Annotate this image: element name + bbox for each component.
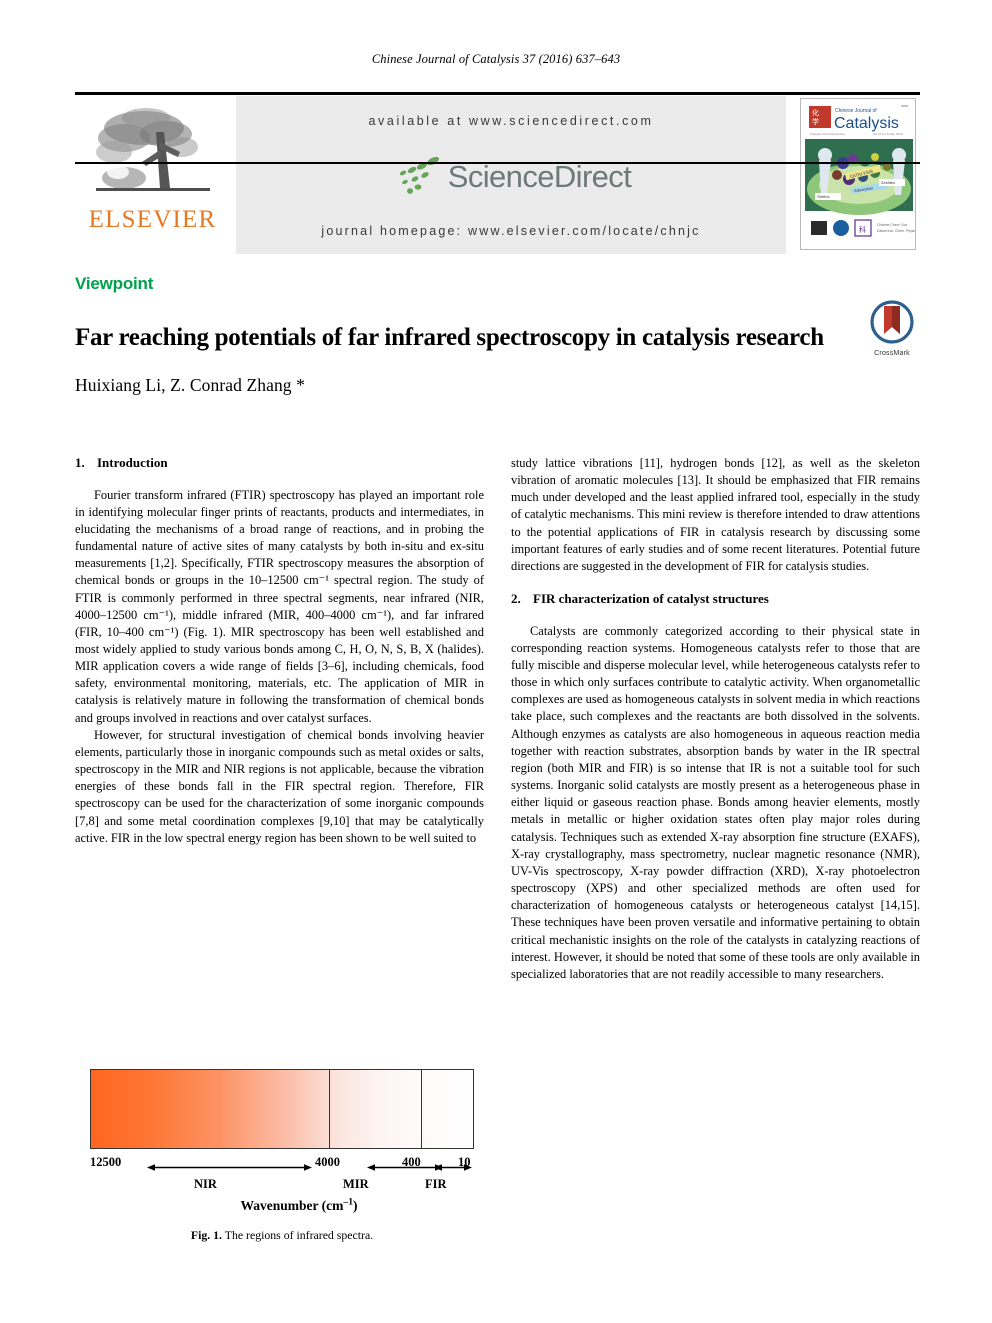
axis-title-close-paren: ) (353, 1198, 358, 1213)
svg-text:Chinese Chemical Society: Chinese Chemical Society (810, 132, 846, 136)
elsevier-wordmark: ELSEVIER (88, 206, 217, 233)
svg-text:Olefins: Olefins (817, 194, 829, 199)
axis-tick-10: 10 (458, 1155, 471, 1169)
elsevier-tree-icon (95, 108, 210, 191)
paragraph: Catalysts are commonly categorized accor… (511, 623, 920, 981)
axis-title-exponent: –1 (343, 1196, 354, 1208)
paragraph: However, for structural investigation of… (75, 727, 484, 845)
section-title-2: FIR characterization of catalyst structu… (533, 591, 769, 607)
figure-caption: Fig. 1. The regions of infrared spectra. (90, 1228, 474, 1243)
masthead-top-rule (75, 92, 920, 95)
axis-tick-4000: 4000 (315, 1155, 340, 1169)
section-number-2: 2. (511, 591, 521, 607)
divider-nir-mir (329, 1070, 330, 1148)
axis-title-text: Wavenumber (cm (240, 1198, 344, 1213)
svg-text:Vol 37 No 5 May 2016: Vol 37 No 5 May 2016 (873, 132, 903, 136)
journal-cover-image: 化 学 Chinese Journal of Catalysis ISSN Ch… (800, 98, 916, 250)
svg-text:Zeolites: Zeolites (881, 180, 895, 185)
section-heading-introduction: 1. Introduction (75, 455, 484, 471)
svg-text:Dalian Inst. Chem. Physics: Dalian Inst. Chem. Physics (877, 229, 916, 233)
elsevier-logo[interactable]: ELSEVIER (75, 96, 230, 254)
sciencedirect-band: available at www.sciencedirect.com Scien… (236, 96, 786, 254)
arrow-nir (147, 1164, 312, 1171)
page-title: Far reaching potentials of far infrared … (75, 323, 824, 351)
svg-text:科: 科 (859, 225, 866, 234)
figure-caption-text: The regions of infrared spectra. (224, 1228, 374, 1242)
spectral-region-labels: NIR MIR FIR (90, 1177, 474, 1196)
svg-text:Catalysis: Catalysis (834, 115, 899, 132)
section-heading-fir-characterization: 2. FIR characterization of catalyst struc… (511, 591, 920, 607)
available-at-text: available at www.sciencedirect.com (368, 114, 654, 128)
running-head: Chinese Journal of Catalysis 37 (2016) 6… (371, 52, 621, 66)
crossmark-badge[interactable]: CrossMark (862, 300, 922, 357)
divider-mir-fir (421, 1070, 422, 1148)
axis-tick-12500: 12500 (90, 1155, 122, 1169)
svg-text:Chinese Chem. Soc.: Chinese Chem. Soc. (877, 223, 908, 227)
author-list: Huixiang Li, Z. Conrad Zhang * (75, 375, 305, 395)
paragraph: study lattice vibrations [11], hydrogen … (511, 456, 920, 573)
body-column-right: study lattice vibrations [11], hydrogen … (511, 455, 920, 983)
crossmark-icon (870, 300, 914, 344)
region-label-nir: NIR (194, 1177, 217, 1191)
body-column-left: 1. Introduction Fourier transform infrare… (75, 455, 484, 847)
journal-cover[interactable]: 化 学 Chinese Journal of Catalysis ISSN Ch… (792, 96, 920, 254)
journal-homepage-text: journal homepage: www.elsevier.com/locat… (321, 224, 701, 238)
paragraph: Fourier transform infrared (FTIR) spectr… (75, 487, 484, 725)
journal-cover-art: 化 学 Chinese Journal of Catalysis ISSN Ch… (801, 99, 916, 249)
axis-title-wavenumber: Wavenumber (cm–1) (90, 1196, 474, 1214)
region-label-mir: MIR (343, 1177, 369, 1191)
sciencedirect-wordmark: ScienceDirect (447, 158, 632, 194)
wavenumber-axis-ticks: 12500 4000 400 10 (90, 1155, 474, 1175)
section-title-1: Introduction (97, 455, 168, 470)
axis-tick-400: 400 (402, 1155, 421, 1169)
article-type-label: Viewpoint (75, 274, 154, 293)
infrared-spectrum-gradient-bar (90, 1069, 474, 1149)
svg-text:学: 学 (812, 117, 819, 126)
figure-1: 12500 4000 400 10 NIR MIR FIR Wavenumber… (90, 1069, 474, 1243)
svg-text:化: 化 (812, 108, 819, 117)
masthead: ELSEVIER available at www.sciencedirect.… (75, 92, 920, 254)
svg-text:ISSN: ISSN (901, 104, 908, 108)
crossmark-label: CrossMark (874, 350, 910, 357)
region-label-fir: FIR (425, 1177, 447, 1191)
section-number-1: 1. (75, 455, 85, 470)
svg-text:Chinese Journal of: Chinese Journal of (835, 108, 877, 114)
masthead-bottom-rule (75, 162, 920, 164)
figure-caption-label: Fig. 1. (190, 1228, 222, 1242)
